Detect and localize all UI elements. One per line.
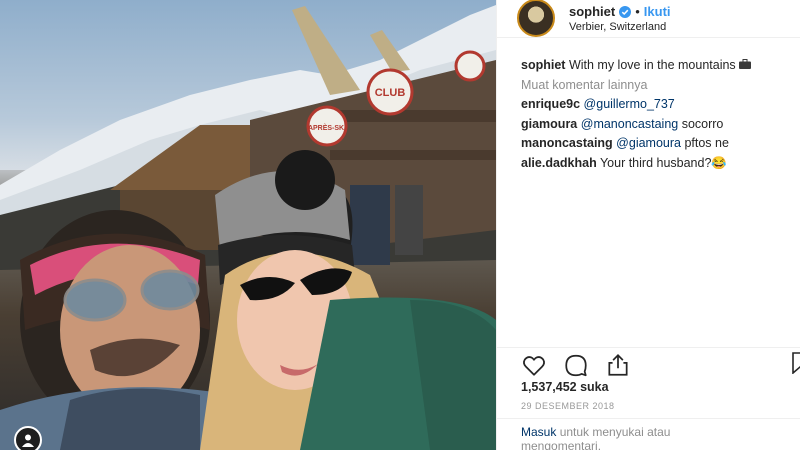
bookmark-icon[interactable] [792,352,800,374]
login-link[interactable]: Masuk [521,425,556,439]
comment-row: enrique9c @guillermo_737 [521,95,784,115]
post-header: sophiet • Ikuti Verbier, Switzerland [497,0,800,38]
likes-count[interactable]: 1,537,452 suka [521,380,609,394]
heart-icon[interactable] [521,352,547,378]
comment-text: Your third husband?😂 [599,155,727,170]
photo-scene: CLUB APRÈS-SKI [0,5,496,450]
verified-icon [619,5,632,18]
post-date[interactable]: 29 DESEMBER 2018 [521,401,615,411]
comment-row: alie.dadkhah Your third husband?😂 [521,154,784,174]
comment-row: manoncastaing @giamoura pftos ne [521,134,784,154]
comment-username[interactable]: alie.dadkhah [521,156,597,170]
comment-mention[interactable]: @guillermo_737 [584,97,675,111]
comment-username[interactable]: manoncastaing [521,136,613,150]
post-panel: sophiet • Ikuti Verbier, Switzerland sop… [496,0,800,450]
caption-text: With my love in the mountains [568,58,736,72]
caption-username[interactable]: sophiet [521,58,565,72]
comment-text: socorro [678,116,724,131]
login-divider [497,418,800,419]
sign-club: CLUB [375,87,406,99]
post-photo[interactable]: CLUB APRÈS-SKI [0,0,496,450]
load-more-comments[interactable]: Muat komentar lainnya [521,76,784,96]
header-separator: • [635,4,640,19]
profile-avatar[interactable] [517,0,555,37]
post-username[interactable]: sophiet [569,4,615,19]
comment-icon[interactable] [563,352,589,378]
follow-button[interactable]: Ikuti [644,4,671,19]
sign-apres-ski: APRÈS-SKI [308,123,346,132]
comment-row: giamoura @manoncastaing socorro [521,115,784,135]
comment-mention[interactable]: @manoncastaing [581,117,678,131]
login-prompt: Masuk untuk menyukai atau mengomentari. [521,425,721,450]
comment-text: pftos ne [680,136,729,150]
actions-divider [497,347,800,348]
user-tag-icon[interactable] [14,426,42,450]
comment-username[interactable]: giamoura [521,117,577,131]
comments-section: sophiet With my love in the mountains Mu… [497,38,800,173]
post-location[interactable]: Verbier, Switzerland [569,21,671,33]
briefcase-icon [739,58,752,72]
comment-mention[interactable]: @giamoura [616,136,681,150]
share-icon[interactable] [605,352,631,378]
caption: sophiet With my love in the mountains [521,56,784,76]
post-actions [521,352,631,378]
comment-username[interactable]: enrique9c [521,97,580,111]
